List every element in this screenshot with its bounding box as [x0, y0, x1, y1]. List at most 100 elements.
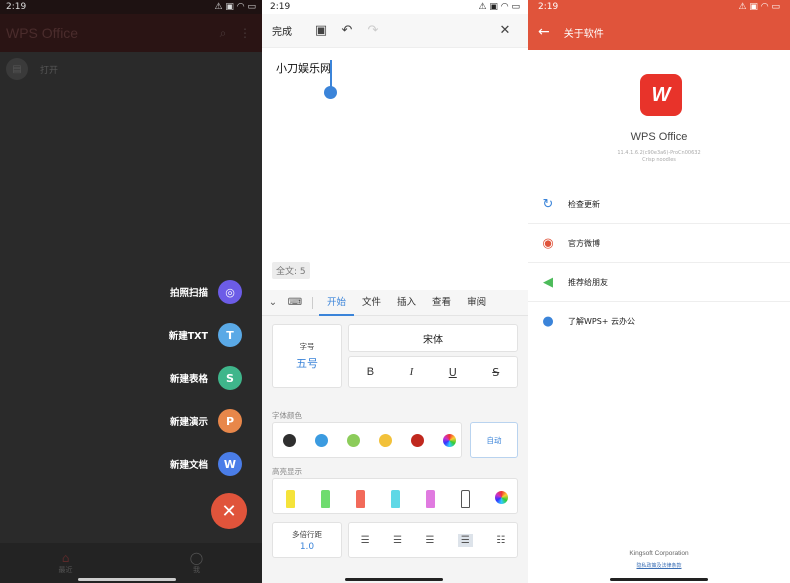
wps-logo: W [640, 74, 682, 116]
fab-new-sheet[interactable]: 新建表格 S [170, 366, 242, 390]
document-text[interactable]: 小刀娱乐网 [276, 60, 331, 76]
highlight-cyan-icon[interactable] [391, 490, 400, 508]
nav-me[interactable]: ◯ 我 [131, 543, 262, 583]
fab-new-sheet-label: 新建表格 [169, 374, 208, 385]
tab-home[interactable]: 开始 [319, 290, 355, 316]
tab-view[interactable]: 查看 [424, 290, 459, 316]
app-title: WPS Office [6, 25, 79, 41]
home-indicator [78, 578, 176, 581]
wps-cloud-row[interactable]: ● 了解WPS+ 云办公 [528, 302, 790, 341]
status-time: 2:19 [538, 2, 559, 12]
align-center-icon[interactable]: ☰ [393, 535, 402, 546]
close-icon[interactable]: ✕ [492, 23, 518, 38]
open-file-row[interactable]: ▤ 打开 [6, 58, 58, 80]
speaker-icon: ◀ [543, 274, 553, 290]
highlight-picker-icon[interactable] [495, 491, 508, 504]
official-weibo-label: 官方微博 [568, 238, 600, 248]
check-update-row[interactable]: ↻ 检查更新 [528, 185, 790, 224]
fab-new-presentation-label: 新建演示 [169, 417, 208, 428]
status-bar: 2:19 ⚠ ▣ ◠ ▭ [0, 0, 262, 14]
fab-new-txt-label: 新建TXT [168, 331, 208, 342]
redo-icon[interactable]: ↷ [360, 23, 386, 38]
color-yellow[interactable] [379, 434, 392, 447]
fab-new-doc-label: 新建文档 [169, 460, 208, 471]
version-codename: Crisp noodles [642, 157, 676, 163]
alignment-buttons: ☰ ☰ ☰ ☰ ☷ [348, 522, 518, 558]
page-title: 关于软件 [563, 28, 604, 40]
align-justify-icon[interactable]: ☰ [457, 533, 473, 547]
status-time: 2:19 [6, 2, 27, 12]
refresh-icon: ↻ [542, 196, 554, 212]
doc-icon[interactable]: W [218, 452, 242, 476]
tab-insert[interactable]: 插入 [389, 290, 424, 316]
color-red[interactable] [411, 434, 424, 447]
wps-home-with-create-menu: 2:19 ⚠ ▣ ◠ ▭ WPS Office ⌕ ⋮ ▤ 打开 拍照扫描 ◎ … [0, 0, 262, 583]
no-highlight-icon[interactable] [461, 490, 470, 508]
camera-icon[interactable]: ◎ [218, 280, 242, 304]
version-info: 11.4.1.6.2(c90e3a6)-ProCn00632 Crisp noo… [528, 150, 790, 164]
strikethrough-button[interactable]: S [492, 366, 499, 379]
presentation-icon[interactable]: P [218, 409, 242, 433]
sheet-icon[interactable]: S [218, 366, 242, 390]
highlight-pink-icon[interactable] [426, 490, 435, 508]
color-green[interactable] [347, 434, 360, 447]
color-blue[interactable] [315, 434, 328, 447]
highlight-red-icon[interactable] [356, 490, 365, 508]
color-black[interactable] [283, 434, 296, 447]
version-line: 11.4.1.6.2(c90e3a6)-ProCn00632 [617, 150, 701, 156]
italic-button[interactable]: I [410, 366, 414, 378]
weibo-icon: ◉ [542, 235, 554, 251]
align-left-icon[interactable]: ☰ [361, 535, 370, 546]
tab-review[interactable]: 审阅 [459, 290, 494, 316]
company-name: Kingsoft Corporation [629, 550, 689, 557]
align-right-icon[interactable]: ☰ [425, 535, 434, 546]
status-icons: ⚠ ▣ ◠ ▭ [214, 2, 256, 12]
app-bar: ← 关于软件 [528, 14, 790, 50]
undo-icon[interactable]: ↶ [334, 23, 360, 38]
search-icon[interactable]: ⌕ [212, 26, 234, 41]
auto-color-button[interactable]: 自动 [470, 422, 518, 458]
nav-recent[interactable]: ⌂ 最近 [0, 543, 131, 583]
txt-icon[interactable]: T [218, 323, 242, 347]
underline-button[interactable]: U [449, 366, 457, 379]
font-name-button[interactable]: 宋体 [348, 324, 518, 352]
font-size-value: 五号 [296, 357, 318, 370]
open-label: 打开 [40, 65, 59, 76]
tab-file[interactable]: 文件 [354, 290, 389, 316]
fab-new-presentation[interactable]: 新建演示 P [170, 409, 242, 433]
official-weibo-row[interactable]: ◉ 官方微博 [528, 224, 790, 263]
collapse-icon[interactable]: ⌄ [262, 297, 284, 308]
fab-new-txt[interactable]: 新建TXT T [169, 323, 242, 347]
nav-me-label: 我 [193, 566, 200, 574]
color-picker-icon[interactable] [443, 434, 456, 447]
done-button[interactable]: 完成 [272, 23, 292, 38]
nav-recent-label: 最近 [58, 566, 73, 574]
app-name: WPS Office [630, 131, 688, 143]
home-icon: ⌂ [61, 551, 70, 565]
more-icon[interactable]: ⋮ [234, 26, 256, 40]
line-spacing-button[interactable]: 多倍行距 1.0 [272, 522, 342, 558]
cursor-handle[interactable] [324, 86, 337, 99]
highlight-green-icon[interactable] [321, 490, 330, 508]
save-icon[interactable]: ▣ [308, 23, 334, 38]
word-count: 全文: 5 [272, 262, 310, 279]
highlight-row [272, 478, 518, 514]
status-icons: ⚠ ▣ ◠ ▭ [738, 2, 780, 12]
fab-new-doc[interactable]: 新建文档 W [170, 452, 242, 476]
fab-close-button[interactable]: ✕ [211, 493, 247, 529]
highlight-yellow-icon[interactable] [286, 490, 295, 508]
fab-scan[interactable]: 拍照扫描 ◎ [170, 280, 242, 304]
back-arrow-icon[interactable]: ← [538, 24, 550, 40]
highlight-label: 高亮显示 [272, 467, 302, 476]
ribbon-tabs: ⌄ ⌨ 开始 文件 插入 查看 审阅 [262, 290, 528, 316]
align-distributed-icon[interactable]: ☷ [496, 535, 505, 546]
keyboard-icon[interactable]: ⌨ [284, 297, 306, 308]
status-time: 2:19 [270, 2, 291, 12]
recommend-row[interactable]: ◀ 推荐给朋友 [528, 263, 790, 302]
wps-cloud-label: 了解WPS+ 云办公 [568, 317, 636, 326]
folder-icon: ▤ [6, 58, 28, 80]
bold-button[interactable]: B [367, 366, 374, 378]
font-size-button[interactable]: 字号 五号 [272, 324, 342, 388]
home-indicator [610, 578, 708, 581]
privacy-link[interactable]: 隐私政策及法律条款 [528, 562, 790, 569]
